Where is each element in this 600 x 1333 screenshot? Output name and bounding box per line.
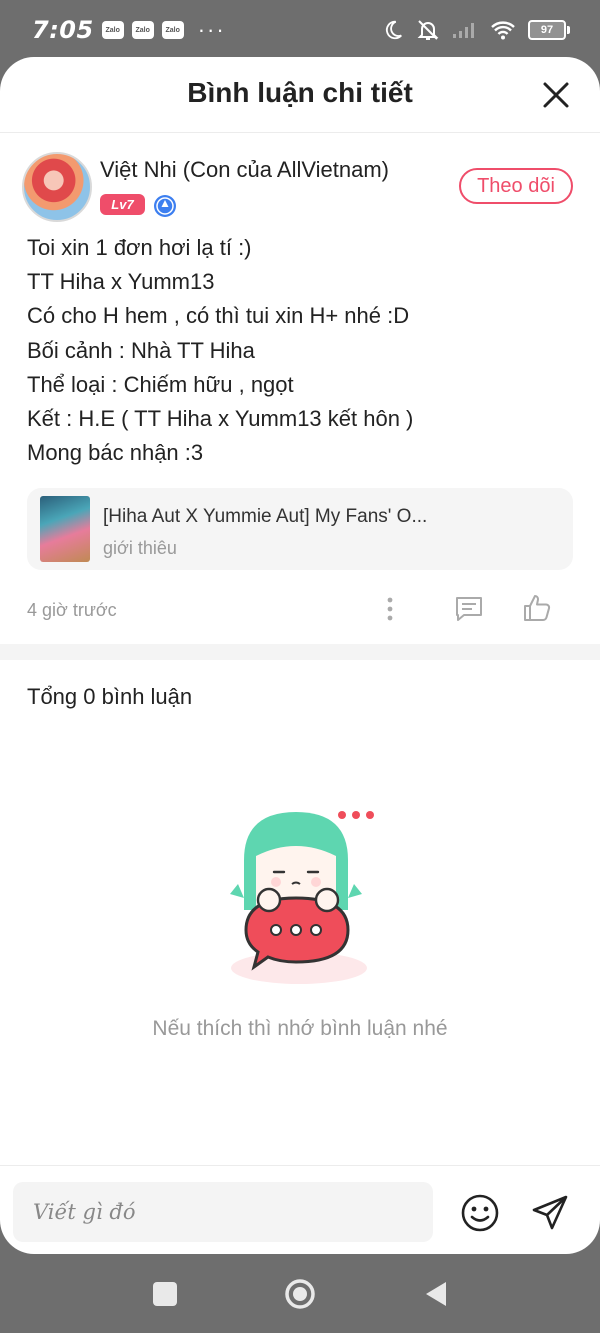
comment-count: Tổng 0 bình luận bbox=[27, 684, 193, 709]
signal-icon bbox=[453, 23, 474, 38]
like-thumb-icon[interactable] bbox=[521, 592, 553, 624]
back-button-icon[interactable] bbox=[424, 1280, 448, 1308]
post-line: Toi xin 1 đơn hơi lạ tí :) bbox=[27, 235, 252, 260]
zalo-notification-icon: Zalo bbox=[131, 21, 154, 39]
system-nav-bar bbox=[0, 1254, 600, 1333]
page-title: Bình luận chi tiết bbox=[187, 77, 413, 108]
empty-comments-text: Nếu thích thì nhớ bình luận nhé bbox=[152, 1017, 448, 1040]
post-time: 4 giờ trước bbox=[27, 600, 117, 621]
follow-button[interactable]: Theo dõi bbox=[459, 168, 573, 204]
post: Việt Nhi (Con của AllVietnam) Lv7 Theo d… bbox=[0, 133, 600, 646]
author-name[interactable]: Việt Nhi (Con của AllVietnam) bbox=[100, 157, 389, 183]
reply-comment-icon[interactable] bbox=[454, 594, 484, 624]
status-left: 7:05 Zalo Zalo Zalo ··· bbox=[32, 16, 226, 44]
send-icon[interactable] bbox=[530, 1193, 570, 1233]
avatar[interactable] bbox=[22, 152, 92, 222]
battery-icon: 97 bbox=[528, 20, 570, 40]
work-title: [Hiha Aut X Yummie Aut] My Fans' O... bbox=[103, 506, 428, 528]
verified-badge-icon bbox=[154, 195, 176, 217]
more-notifications-icon: ··· bbox=[197, 17, 226, 42]
comment-composer bbox=[0, 1165, 600, 1254]
status-bar: 7:05 Zalo Zalo Zalo ··· 97 bbox=[0, 0, 600, 62]
post-meta-row: 4 giờ trước bbox=[27, 570, 573, 646]
empty-comments-mascot-icon bbox=[230, 811, 374, 984]
post-line: TT Hiha x Yumm13 bbox=[27, 269, 215, 295]
post-line: Mong bác nhận :3 bbox=[27, 440, 204, 466]
comment-detail-sheet: Bình luận chi tiết Việt Nhi (Con của All… bbox=[0, 57, 600, 1254]
comment-input[interactable] bbox=[13, 1182, 433, 1242]
post-content: Toi xin 1 đơn hơi lạ tí :) TT Hiha x Yum… bbox=[27, 231, 573, 470]
post-line: Có cho H hem , có thì tui xin H+ nhé :D bbox=[27, 303, 410, 329]
wifi-icon bbox=[491, 21, 515, 40]
bell-off-icon bbox=[417, 20, 439, 40]
more-options-icon[interactable] bbox=[379, 594, 401, 624]
clock: 7:05 bbox=[32, 16, 94, 44]
emoji-icon[interactable] bbox=[460, 1193, 500, 1233]
linked-work-card[interactable]: [Hiha Aut X Yummie Aut] My Fans' O... gi… bbox=[27, 488, 573, 571]
status-right: 97 bbox=[382, 18, 570, 42]
section-divider bbox=[0, 644, 600, 660]
post-line: Thể loại : Chiếm hữu , ngọt bbox=[27, 371, 294, 397]
work-cover-image bbox=[40, 496, 90, 563]
close-icon[interactable] bbox=[540, 79, 572, 111]
moon-icon bbox=[385, 20, 402, 40]
level-badge: Lv7 bbox=[100, 194, 145, 215]
author-row: Việt Nhi (Con của AllVietnam) Lv7 Theo d… bbox=[22, 133, 573, 225]
post-line: Bối cảnh : Nhà TT Hiha bbox=[27, 337, 255, 363]
zalo-notification-icon: Zalo bbox=[101, 21, 124, 39]
home-button-icon[interactable] bbox=[284, 1278, 316, 1310]
header: Bình luận chi tiết bbox=[0, 57, 600, 133]
work-subtitle: giới thiêu bbox=[103, 538, 177, 559]
post-line: Kết : H.E ( TT Hiha x Yumm13 kết hôn ) bbox=[27, 406, 414, 432]
zalo-notification-icon: Zalo bbox=[161, 21, 184, 39]
recent-apps-button[interactable] bbox=[153, 1282, 177, 1306]
